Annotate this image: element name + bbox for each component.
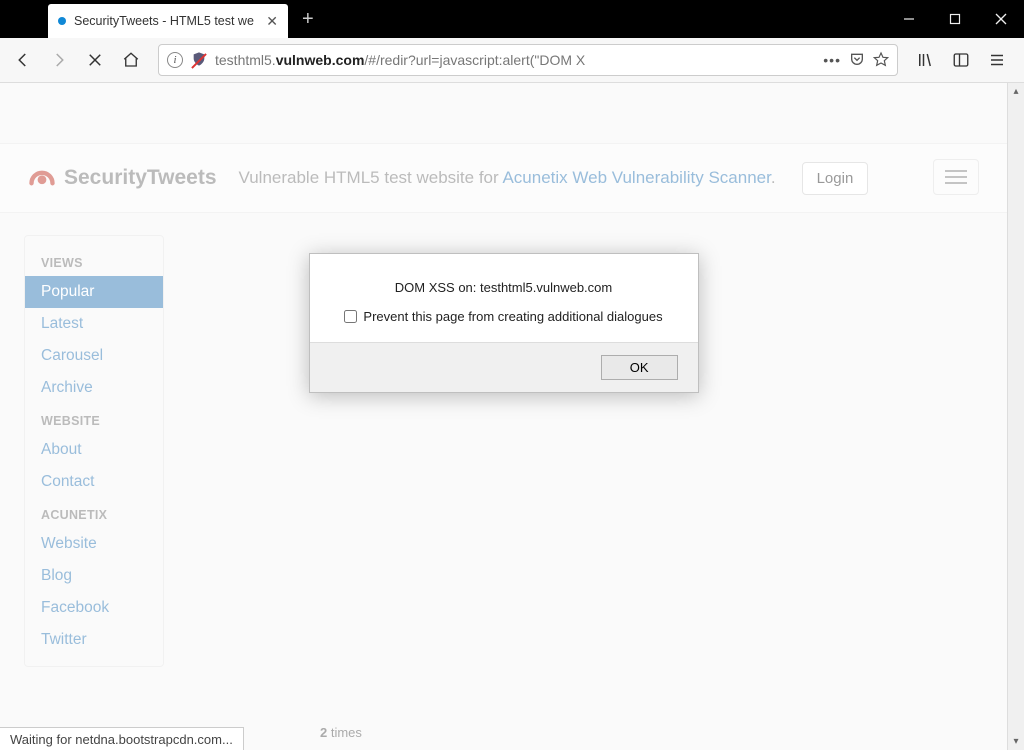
pocket-icon[interactable]: [849, 51, 865, 70]
tracking-shield-icon[interactable]: [191, 51, 207, 70]
maximize-button[interactable]: [932, 0, 978, 38]
status-bar: Waiting for netdna.bootstrapcdn.com...: [0, 727, 244, 750]
window-controls: [886, 0, 1024, 38]
url-text: testhtml5.vulnweb.com/#/redir?url=javasc…: [215, 52, 815, 68]
minimize-button[interactable]: [886, 0, 932, 38]
vertical-scrollbar[interactable]: ▴ ▾: [1007, 83, 1024, 750]
library-icon[interactable]: [908, 43, 942, 77]
prevent-dialogs-label: Prevent this page from creating addition…: [363, 309, 662, 324]
prevent-dialogs-input[interactable]: [344, 310, 357, 323]
js-alert-dialog: DOM XSS on: testhtml5.vulnweb.com Preven…: [309, 253, 699, 393]
prevent-dialogs-checkbox[interactable]: Prevent this page from creating addition…: [334, 309, 674, 324]
tab-title: SecurityTweets - HTML5 test we: [74, 14, 258, 28]
sidebar-toggle-icon[interactable]: [944, 43, 978, 77]
scroll-up-icon[interactable]: ▴: [1008, 83, 1024, 100]
alert-ok-button[interactable]: OK: [601, 355, 678, 380]
toolbar-right: [908, 43, 1018, 77]
close-tab-icon[interactable]: ✕: [266, 13, 278, 30]
app-menu-icon[interactable]: [980, 43, 1014, 77]
site-info-icon[interactable]: i: [167, 52, 183, 68]
loading-indicator-icon: [58, 17, 66, 25]
alert-message: DOM XSS on: testhtml5.vulnweb.com: [334, 280, 674, 295]
page-actions-icon[interactable]: •••: [823, 52, 841, 68]
tab-strip: SecurityTweets - HTML5 test we ✕ +: [0, 0, 328, 38]
stop-button[interactable]: [78, 43, 112, 77]
titlebar: SecurityTweets - HTML5 test we ✕ +: [0, 0, 1024, 38]
url-bar[interactable]: i testhtml5.vulnweb.com/#/redir?url=java…: [158, 44, 898, 76]
toolbar: i testhtml5.vulnweb.com/#/redir?url=java…: [0, 38, 1024, 83]
new-tab-button[interactable]: +: [288, 0, 328, 38]
close-window-button[interactable]: [978, 0, 1024, 38]
bookmark-star-icon[interactable]: [873, 51, 889, 70]
home-button[interactable]: [114, 43, 148, 77]
viewport: SecurityTweets Vulnerable HTML5 test web…: [0, 83, 1024, 750]
page-content: SecurityTweets Vulnerable HTML5 test web…: [0, 83, 1007, 750]
scroll-down-icon[interactable]: ▾: [1008, 733, 1024, 750]
alert-backdrop: DOM XSS on: testhtml5.vulnweb.com Preven…: [0, 83, 1007, 750]
forward-button[interactable]: [42, 43, 76, 77]
browser-tab[interactable]: SecurityTweets - HTML5 test we ✕: [48, 4, 288, 38]
back-button[interactable]: [6, 43, 40, 77]
